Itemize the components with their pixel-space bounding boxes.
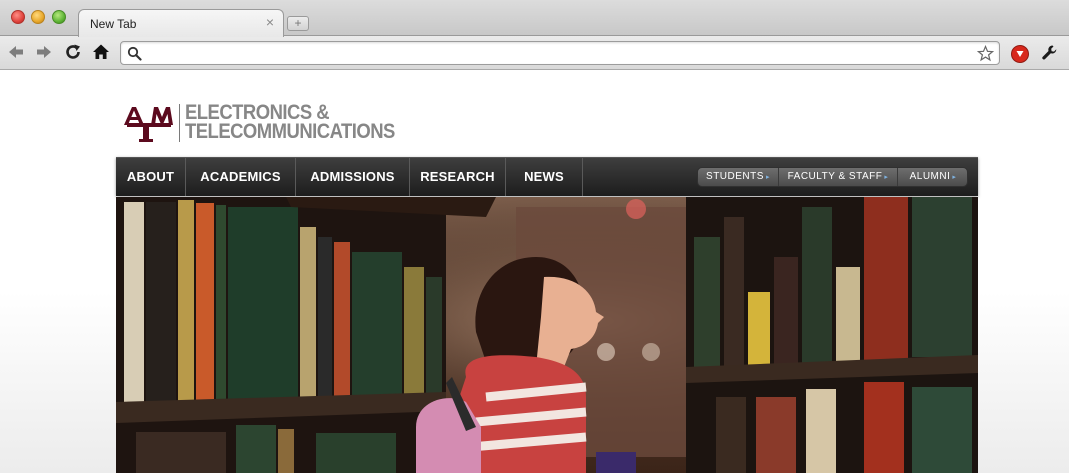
nav-admissions[interactable]: ADMISSIONS	[296, 158, 410, 196]
tamu-logo-icon	[124, 107, 173, 142]
nav-students[interactable]: STUDENTS ▸	[698, 168, 779, 186]
arrow-right-icon: ▸	[952, 174, 957, 181]
site-name: ELECTRONICS & TELECOMMUNICATIONS	[185, 102, 395, 143]
bookmark-star-icon[interactable]	[977, 45, 994, 62]
nav-research[interactable]: RESEARCH	[410, 158, 506, 196]
arrow-right-icon: ▸	[884, 174, 889, 181]
window-close-button[interactable]	[11, 10, 25, 24]
nav-alumni[interactable]: ALUMNI ▸	[898, 168, 968, 186]
window-maximize-button[interactable]	[52, 10, 66, 24]
tab-title: New Tab	[90, 17, 137, 31]
search-icon	[127, 46, 142, 61]
browser-toolbar	[0, 36, 1069, 70]
arrow-right-icon: ▸	[765, 174, 770, 181]
home-icon[interactable]	[90, 41, 112, 63]
wrench-icon[interactable]	[1040, 43, 1060, 63]
nav-faculty-staff-label: FACULTY & STAFF	[787, 171, 883, 182]
nav-academics[interactable]: ACADEMICS	[186, 158, 296, 196]
address-bar[interactable]	[120, 41, 1000, 65]
forward-arrow-icon[interactable]	[33, 41, 55, 63]
site-logo[interactable]: ELECTRONICS & TELECOMMUNICATIONS	[123, 102, 423, 145]
site-name-line-2: TELECOMMUNICATIONS	[185, 120, 395, 143]
tab-strip: New Tab × +	[0, 0, 1069, 37]
extension-icon[interactable]	[1010, 44, 1030, 64]
nav-about[interactable]: ABOUT	[116, 158, 186, 196]
library-photo-icon	[116, 197, 978, 473]
nav-students-label: STUDENTS	[706, 171, 764, 182]
nav-faculty-staff[interactable]: FACULTY & STAFF ▸	[779, 168, 898, 186]
nav-news[interactable]: NEWS	[506, 158, 583, 196]
window-minimize-button[interactable]	[31, 10, 45, 24]
hero-image	[116, 197, 978, 473]
main-navigation: ABOUT ACADEMICS ADMISSIONS RESEARCH NEWS…	[116, 157, 978, 196]
reload-icon[interactable]	[62, 41, 84, 63]
logo-divider	[179, 104, 180, 142]
audience-navigation: STUDENTS ▸ FACULTY & STAFF ▸ ALUMNI ▸	[697, 167, 968, 187]
back-arrow-icon[interactable]	[5, 41, 27, 63]
nav-alumni-label: ALUMNI	[909, 171, 951, 182]
tab-close-icon[interactable]: ×	[266, 15, 274, 29]
browser-tab[interactable]: New Tab ×	[78, 9, 284, 37]
new-tab-button[interactable]: +	[287, 16, 309, 31]
address-input[interactable]	[147, 44, 967, 62]
